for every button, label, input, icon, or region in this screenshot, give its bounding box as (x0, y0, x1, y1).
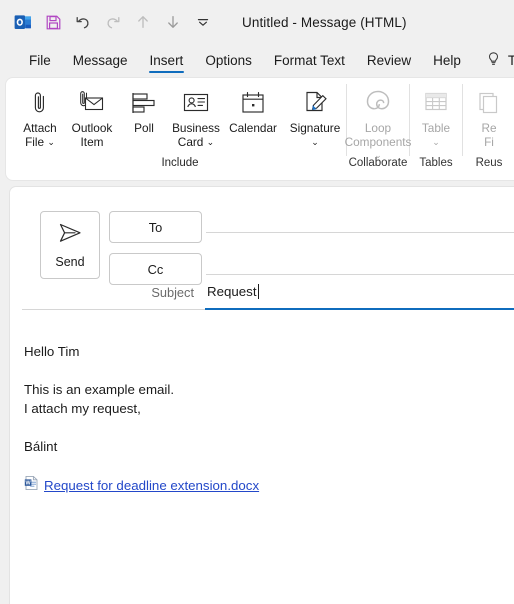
cc-button[interactable]: Cc (109, 253, 202, 285)
to-button[interactable]: To (109, 211, 202, 243)
undo-icon[interactable] (68, 8, 98, 36)
lightbulb-icon (486, 51, 501, 70)
chevron-down-icon[interactable]: ⌄ (207, 137, 215, 147)
subject-label: Subject (151, 285, 194, 300)
table-label: Table ⌄ (421, 121, 451, 147)
outlook-icon[interactable] (8, 8, 38, 36)
word-doc-icon: W (24, 475, 39, 496)
body-line-signature: Bálint (24, 439, 58, 454)
envelope-clip-icon (77, 86, 107, 120)
calendar-button[interactable]: Calendar (222, 83, 284, 136)
body-left-gutter (0, 328, 9, 604)
poll-label: Poll (134, 121, 154, 135)
cc-input[interactable] (208, 251, 514, 273)
next-item-icon[interactable] (158, 8, 188, 36)
cc-field-underline (206, 274, 514, 275)
outlook-item-label: Outlook Item (71, 121, 113, 149)
tab-help[interactable]: Help (422, 44, 472, 76)
title-bar: Untitled - Message (HTML) (0, 0, 514, 44)
subject-field-underline-focused (205, 308, 514, 310)
chevron-down-icon: ⌄ (432, 136, 440, 147)
ribbon-group-reusable-files: Re Fi Reus (463, 78, 514, 180)
ribbon-panel: Attach File ⌄ Outlook Item Poll Business… (6, 78, 514, 180)
subject-left-divider (22, 309, 205, 310)
quick-access-toolbar (0, 8, 218, 36)
outlook-item-button[interactable]: Outlook Item (66, 83, 118, 149)
body-line-2: I attach my request, (24, 401, 141, 416)
ribbon-tabs: File Message Insert Options Format Text … (0, 44, 514, 76)
signature-pen-icon (300, 86, 330, 120)
compose-header: Send To Cc Subject Request (9, 186, 514, 328)
tell-me-label: Te (507, 52, 514, 68)
paperclip-icon (27, 86, 53, 120)
attach-file-label: Attach File ⌄ (23, 121, 57, 149)
poll-bars-icon (129, 86, 159, 120)
tab-insert[interactable]: Insert (139, 44, 195, 76)
table-button: Table ⌄ (410, 83, 462, 149)
window-title: Untitled - Message (HTML) (242, 14, 407, 30)
attachment-link[interactable]: Request for deadline extension.docx (44, 476, 259, 495)
chevron-down-icon: ⌄ (374, 150, 382, 160)
reusable-files-button: Re Fi (463, 83, 514, 149)
tell-me-search[interactable]: Te (472, 44, 514, 76)
calendar-icon (239, 86, 267, 120)
tab-options[interactable]: Options (194, 44, 263, 76)
redo-icon (98, 8, 128, 36)
loop-icon (362, 86, 394, 120)
body-line-1: This is an example email. (24, 382, 175, 397)
business-card-label: Business Card ⌄ (172, 121, 220, 149)
attachment-row[interactable]: W Request for deadline extension.docx (24, 475, 513, 496)
poll-button[interactable]: Poll (118, 83, 170, 136)
loop-components-button: Loop Components ⌄ (345, 83, 411, 163)
to-field-underline (206, 232, 514, 233)
to-input[interactable] (208, 209, 514, 231)
chevron-down-icon[interactable]: ⌄ (47, 137, 55, 147)
body-line-blank-1 (24, 361, 513, 380)
save-icon[interactable] (38, 8, 68, 36)
subject-text: Request (207, 284, 257, 299)
tab-review[interactable]: Review (356, 44, 422, 76)
text-caret (257, 284, 259, 299)
tab-file[interactable]: File (18, 44, 62, 76)
message-body-text[interactable]: Hello Tim This is an example email. I at… (24, 342, 513, 496)
body-line-greeting: Hello Tim (24, 344, 80, 359)
body-line-blank-2 (24, 418, 513, 437)
previous-item-icon (128, 8, 158, 36)
business-card-button[interactable]: Business Card ⌄ (170, 83, 222, 149)
paper-plane-icon (56, 222, 84, 249)
svg-text:W: W (26, 481, 32, 487)
customize-quick-access-icon[interactable] (188, 8, 218, 36)
attach-file-button[interactable]: Attach File ⌄ (14, 83, 66, 149)
chevron-down-icon[interactable]: ⌄ (311, 137, 319, 147)
tab-message[interactable]: Message (62, 44, 139, 76)
send-button-label: Send (55, 254, 85, 269)
outlook-compose-window: Untitled - Message (HTML) File Message I… (0, 0, 514, 604)
ribbon-group-tables: Table ⌄ Tables (410, 78, 462, 180)
ribbon-group-label-include: Include (161, 157, 199, 169)
table-grid-icon (421, 86, 451, 120)
reusable-files-icon (474, 86, 504, 120)
calendar-label: Calendar (229, 121, 277, 135)
signature-button[interactable]: Signature ⌄ (284, 83, 346, 149)
ribbon-group-label-reusable: Reus (475, 157, 503, 169)
ribbon-group-collaborate: Loop Components ⌄ Collaborate (345, 78, 411, 180)
ribbon-group-label-tables: Tables (419, 157, 453, 169)
tab-format-text[interactable]: Format Text (263, 44, 356, 76)
contact-card-icon (181, 86, 211, 120)
ribbon-group-include: Attach File ⌄ Outlook Item Poll Business… (14, 78, 346, 180)
send-button[interactable]: Send (40, 211, 100, 279)
subject-input[interactable]: Request (207, 284, 259, 299)
reusable-files-label: Re Fi (481, 121, 497, 149)
message-body[interactable]: Hello Tim This is an example email. I at… (9, 328, 514, 604)
signature-label: Signature ⌄ (289, 121, 341, 147)
